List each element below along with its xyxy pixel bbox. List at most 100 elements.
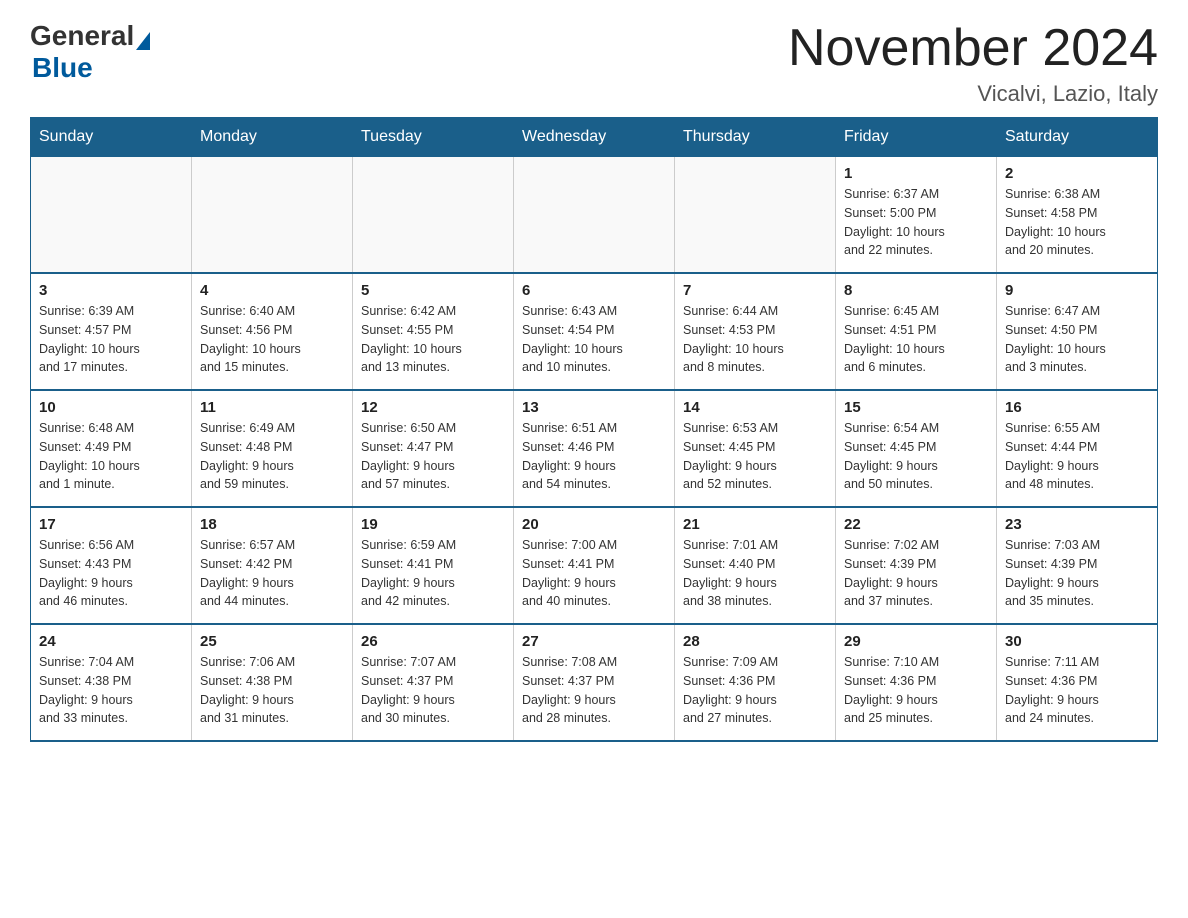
calendar-day-cell: 2 Sunrise: 6:38 AMSunset: 4:58 PMDaylight… xyxy=(997,157,1158,274)
calendar-day-cell: 9 Sunrise: 6:47 AMSunset: 4:50 PMDaylight… xyxy=(997,273,1158,390)
day-info: Sunrise: 6:43 AMSunset: 4:54 PMDaylight:… xyxy=(522,302,666,377)
calendar-day-cell: 18Sunrise: 6:57 AMSunset: 4:42 PMDayligh… xyxy=(192,507,353,624)
calendar-day-cell xyxy=(675,157,836,274)
calendar-day-cell xyxy=(192,157,353,274)
calendar-week-row: 1 Sunrise: 6:37 AMSunset: 5:00 PMDaylight… xyxy=(31,157,1158,274)
logo-blue-text: Blue xyxy=(32,52,93,84)
day-number: 2 xyxy=(1005,165,1149,182)
day-number: 29 xyxy=(844,633,988,650)
day-info: Sunrise: 6:37 AMSunset: 5:00 PMDaylight:… xyxy=(844,185,988,260)
calendar-week-row: 17Sunrise: 6:56 AMSunset: 4:43 PMDayligh… xyxy=(31,507,1158,624)
day-number: 8 xyxy=(844,282,988,299)
day-info: Sunrise: 6:51 AMSunset: 4:46 PMDaylight:… xyxy=(522,419,666,494)
calendar-day-cell: 26 Sunrise: 7:07 AMSunset: 4:37 PMDayligh… xyxy=(353,624,514,741)
weekday-header-wednesday: Wednesday xyxy=(514,118,675,157)
day-info: Sunrise: 7:08 AMSunset: 4:37 PMDaylight:… xyxy=(522,653,666,728)
day-info: Sunrise: 7:07 AMSunset: 4:37 PMDaylight:… xyxy=(361,653,505,728)
day-info: Sunrise: 6:59 AMSunset: 4:41 PMDaylight:… xyxy=(361,536,505,611)
day-number: 28 xyxy=(683,633,827,650)
calendar-day-cell: 27 Sunrise: 7:08 AMSunset: 4:37 PMDayligh… xyxy=(514,624,675,741)
day-number: 7 xyxy=(683,282,827,299)
logo: General Blue xyxy=(30,20,150,84)
weekday-header-thursday: Thursday xyxy=(675,118,836,157)
logo-triangle-icon xyxy=(136,32,150,50)
calendar-day-cell: 28 Sunrise: 7:09 AMSunset: 4:36 PMDayligh… xyxy=(675,624,836,741)
day-number: 6 xyxy=(522,282,666,299)
day-number: 4 xyxy=(200,282,344,299)
calendar-day-cell: 10Sunrise: 6:48 AMSunset: 4:49 PMDayligh… xyxy=(31,390,192,507)
calendar-day-cell xyxy=(353,157,514,274)
day-info: Sunrise: 7:02 AMSunset: 4:39 PMDaylight:… xyxy=(844,536,988,611)
day-info: Sunrise: 7:01 AMSunset: 4:40 PMDaylight:… xyxy=(683,536,827,611)
weekday-header-friday: Friday xyxy=(836,118,997,157)
calendar-day-cell: 3 Sunrise: 6:39 AMSunset: 4:57 PMDaylight… xyxy=(31,273,192,390)
day-info: Sunrise: 7:03 AMSunset: 4:39 PMDaylight:… xyxy=(1005,536,1149,611)
day-info: Sunrise: 6:39 AMSunset: 4:57 PMDaylight:… xyxy=(39,302,183,377)
day-number: 11 xyxy=(200,399,344,416)
calendar-day-cell: 23 Sunrise: 7:03 AMSunset: 4:39 PMDayligh… xyxy=(997,507,1158,624)
calendar-table: SundayMondayTuesdayWednesdayThursdayFrid… xyxy=(30,117,1158,742)
day-info: Sunrise: 7:06 AMSunset: 4:38 PMDaylight:… xyxy=(200,653,344,728)
calendar-day-cell: 25 Sunrise: 7:06 AMSunset: 4:38 PMDayligh… xyxy=(192,624,353,741)
day-info: Sunrise: 6:42 AMSunset: 4:55 PMDaylight:… xyxy=(361,302,505,377)
day-info: Sunrise: 6:54 AMSunset: 4:45 PMDaylight:… xyxy=(844,419,988,494)
calendar-header: SundayMondayTuesdayWednesdayThursdayFrid… xyxy=(31,118,1158,157)
calendar-day-cell: 12 Sunrise: 6:50 AMSunset: 4:47 PMDayligh… xyxy=(353,390,514,507)
calendar-day-cell: 16Sunrise: 6:55 AMSunset: 4:44 PMDayligh… xyxy=(997,390,1158,507)
calendar-day-cell: 5Sunrise: 6:42 AMSunset: 4:55 PMDaylight… xyxy=(353,273,514,390)
day-number: 19 xyxy=(361,516,505,533)
day-number: 27 xyxy=(522,633,666,650)
day-info: Sunrise: 6:45 AMSunset: 4:51 PMDaylight:… xyxy=(844,302,988,377)
day-info: Sunrise: 7:04 AMSunset: 4:38 PMDaylight:… xyxy=(39,653,183,728)
day-number: 16 xyxy=(1005,399,1149,416)
calendar-day-cell: 30Sunrise: 7:11 AMSunset: 4:36 PMDayligh… xyxy=(997,624,1158,741)
calendar-day-cell: 6 Sunrise: 6:43 AMSunset: 4:54 PMDaylight… xyxy=(514,273,675,390)
day-info: Sunrise: 7:00 AMSunset: 4:41 PMDaylight:… xyxy=(522,536,666,611)
day-number: 12 xyxy=(361,399,505,416)
day-info: Sunrise: 7:10 AMSunset: 4:36 PMDaylight:… xyxy=(844,653,988,728)
day-info: Sunrise: 6:49 AMSunset: 4:48 PMDaylight:… xyxy=(200,419,344,494)
day-number: 23 xyxy=(1005,516,1149,533)
day-info: Sunrise: 6:47 AMSunset: 4:50 PMDaylight:… xyxy=(1005,302,1149,377)
day-info: Sunrise: 6:57 AMSunset: 4:42 PMDaylight:… xyxy=(200,536,344,611)
page-header: General Blue November 2024 Vicalvi, Lazi… xyxy=(30,20,1158,107)
day-number: 13 xyxy=(522,399,666,416)
calendar-day-cell: 17Sunrise: 6:56 AMSunset: 4:43 PMDayligh… xyxy=(31,507,192,624)
calendar-day-cell: 1 Sunrise: 6:37 AMSunset: 5:00 PMDaylight… xyxy=(836,157,997,274)
calendar-week-row: 10Sunrise: 6:48 AMSunset: 4:49 PMDayligh… xyxy=(31,390,1158,507)
calendar-day-cell: 7 Sunrise: 6:44 AMSunset: 4:53 PMDaylight… xyxy=(675,273,836,390)
day-number: 26 xyxy=(361,633,505,650)
day-number: 21 xyxy=(683,516,827,533)
day-number: 25 xyxy=(200,633,344,650)
title-area: November 2024 Vicalvi, Lazio, Italy xyxy=(788,20,1158,107)
logo-general-text: General xyxy=(30,20,134,52)
day-number: 3 xyxy=(39,282,183,299)
month-title: November 2024 xyxy=(788,20,1158,77)
calendar-day-cell: 14Sunrise: 6:53 AMSunset: 4:45 PMDayligh… xyxy=(675,390,836,507)
day-number: 15 xyxy=(844,399,988,416)
calendar-day-cell: 4 Sunrise: 6:40 AMSunset: 4:56 PMDaylight… xyxy=(192,273,353,390)
day-number: 1 xyxy=(844,165,988,182)
calendar-day-cell xyxy=(31,157,192,274)
calendar-day-cell: 20 Sunrise: 7:00 AMSunset: 4:41 PMDayligh… xyxy=(514,507,675,624)
day-info: Sunrise: 6:38 AMSunset: 4:58 PMDaylight:… xyxy=(1005,185,1149,260)
day-info: Sunrise: 6:40 AMSunset: 4:56 PMDaylight:… xyxy=(200,302,344,377)
day-number: 14 xyxy=(683,399,827,416)
calendar-day-cell: 11 Sunrise: 6:49 AMSunset: 4:48 PMDayligh… xyxy=(192,390,353,507)
weekday-header-tuesday: Tuesday xyxy=(353,118,514,157)
day-info: Sunrise: 7:09 AMSunset: 4:36 PMDaylight:… xyxy=(683,653,827,728)
location-subtitle: Vicalvi, Lazio, Italy xyxy=(788,81,1158,107)
day-info: Sunrise: 6:56 AMSunset: 4:43 PMDaylight:… xyxy=(39,536,183,611)
day-info: Sunrise: 6:44 AMSunset: 4:53 PMDaylight:… xyxy=(683,302,827,377)
day-info: Sunrise: 6:50 AMSunset: 4:47 PMDaylight:… xyxy=(361,419,505,494)
day-number: 24 xyxy=(39,633,183,650)
day-number: 9 xyxy=(1005,282,1149,299)
weekday-header-saturday: Saturday xyxy=(997,118,1158,157)
weekday-header-row: SundayMondayTuesdayWednesdayThursdayFrid… xyxy=(31,118,1158,157)
weekday-header-sunday: Sunday xyxy=(31,118,192,157)
day-info: Sunrise: 6:48 AMSunset: 4:49 PMDaylight:… xyxy=(39,419,183,494)
day-info: Sunrise: 7:11 AMSunset: 4:36 PMDaylight:… xyxy=(1005,653,1149,728)
calendar-day-cell: 13 Sunrise: 6:51 AMSunset: 4:46 PMDayligh… xyxy=(514,390,675,507)
calendar-day-cell: 22Sunrise: 7:02 AMSunset: 4:39 PMDayligh… xyxy=(836,507,997,624)
day-number: 20 xyxy=(522,516,666,533)
